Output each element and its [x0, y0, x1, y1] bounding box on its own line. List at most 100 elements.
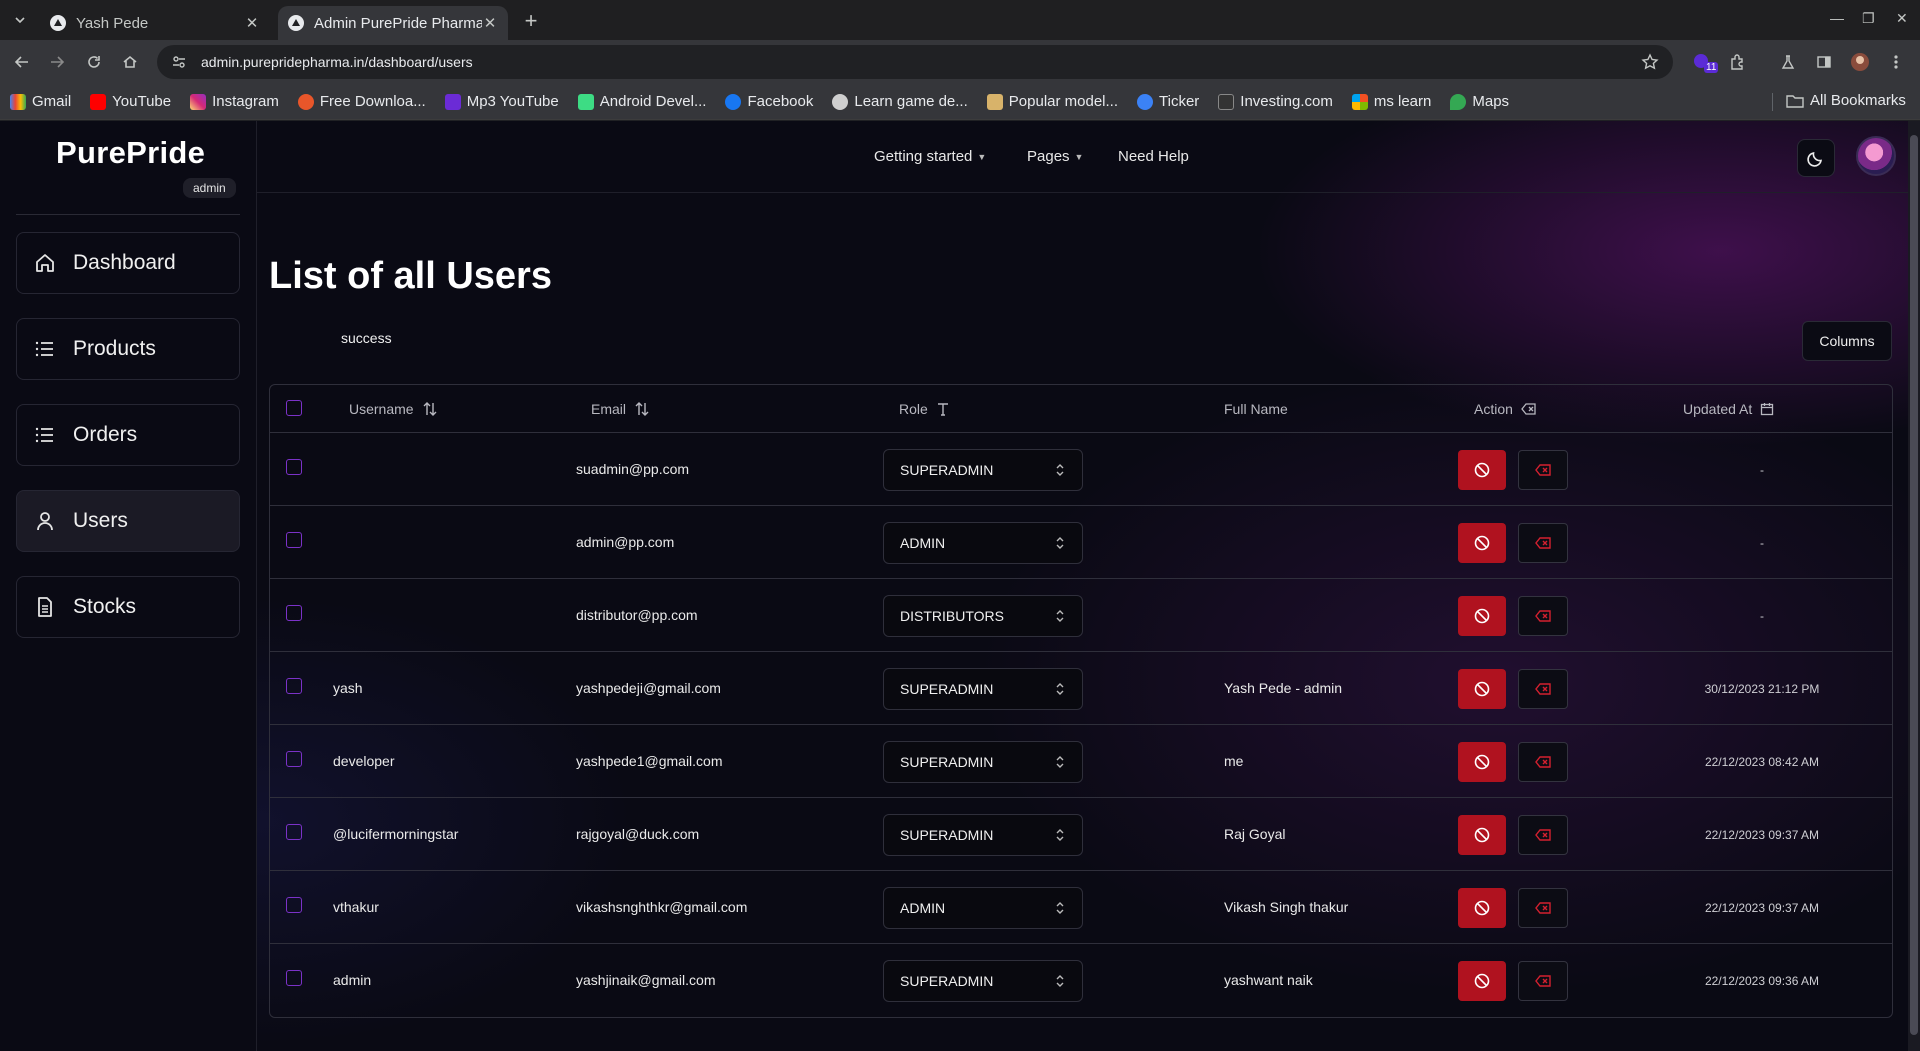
page-scrollbar[interactable]: [1908, 121, 1920, 1051]
row-checkbox[interactable]: [286, 897, 302, 913]
bookmark-ms-learn[interactable]: ms learn: [1351, 93, 1431, 110]
ban-user-button[interactable]: [1458, 815, 1506, 855]
ban-user-button[interactable]: [1458, 523, 1506, 563]
row-checkbox[interactable]: [286, 678, 302, 694]
site-info-icon[interactable]: [169, 52, 189, 72]
pages-menu[interactable]: Pages ▼: [1027, 148, 1083, 165]
all-bookmarks-button[interactable]: All Bookmarks: [1786, 92, 1906, 109]
row-checkbox[interactable]: [286, 824, 302, 840]
menu-kebab-icon[interactable]: [1884, 50, 1908, 74]
browser-tab-active[interactable]: Admin PurePride Pharma ✕: [278, 6, 508, 40]
sidebar-item-products[interactable]: Products: [16, 318, 240, 380]
ban-user-button[interactable]: [1458, 742, 1506, 782]
ban-user-button[interactable]: [1458, 669, 1506, 709]
bookmark-youtube[interactable]: YouTube: [90, 93, 171, 110]
side-panel-icon[interactable]: [1812, 50, 1836, 74]
ban-icon: [1474, 462, 1490, 478]
sidebar-item-orders[interactable]: Orders: [16, 404, 240, 466]
extension-icon[interactable]: 11: [1690, 50, 1719, 74]
tab-search-icon[interactable]: [8, 8, 32, 32]
header-username[interactable]: Username: [349, 401, 438, 417]
header-role[interactable]: Role: [899, 401, 950, 417]
delete-user-button[interactable]: [1518, 815, 1568, 855]
bookmark-mp3-youtube[interactable]: Mp3 YouTube: [444, 93, 559, 110]
bookmark-star-icon[interactable]: [1641, 53, 1659, 71]
back-icon[interactable]: [10, 50, 34, 74]
backspace-icon: [1535, 829, 1551, 841]
role-select[interactable]: SUPERADMIN: [883, 741, 1083, 783]
row-checkbox[interactable]: [286, 459, 302, 475]
ban-user-button[interactable]: [1458, 961, 1506, 1001]
ban-user-button[interactable]: [1458, 596, 1506, 636]
delete-user-button[interactable]: [1518, 888, 1568, 928]
row-checkbox[interactable]: [286, 605, 302, 621]
sidebar-item-stocks[interactable]: Stocks: [16, 576, 240, 638]
role-value: ADMIN: [900, 900, 946, 916]
sidebar-item-dashboard[interactable]: Dashboard: [16, 232, 240, 294]
chevron-up-down-icon: [1056, 829, 1064, 841]
theme-toggle-button[interactable]: [1797, 139, 1835, 177]
header-updated-at[interactable]: Updated At: [1683, 401, 1774, 417]
bookmark-popular-model[interactable]: Popular model...: [986, 93, 1119, 110]
header-label: Full Name: [1224, 401, 1288, 417]
restore-icon[interactable]: ❐: [1862, 10, 1875, 27]
brand-logo[interactable]: PurePride: [56, 135, 205, 171]
delete-user-button[interactable]: [1518, 523, 1568, 563]
ban-user-button[interactable]: [1458, 888, 1506, 928]
close-icon[interactable]: ✕: [244, 15, 260, 32]
close-window-icon[interactable]: ✕: [1896, 10, 1908, 27]
delete-user-button[interactable]: [1518, 450, 1568, 490]
row-checkbox[interactable]: [286, 970, 302, 986]
minimize-icon[interactable]: —: [1830, 10, 1844, 26]
close-icon[interactable]: ✕: [482, 15, 498, 32]
getting-started-menu[interactable]: Getting started ▼: [874, 148, 986, 165]
role-select[interactable]: ADMIN: [883, 522, 1083, 564]
bookmark-ticker[interactable]: Ticker: [1137, 93, 1199, 110]
delete-user-button[interactable]: [1518, 596, 1568, 636]
sidebar-item-users[interactable]: Users: [16, 490, 240, 552]
sidebar-item-label: Orders: [73, 423, 138, 446]
role-badge: admin: [183, 178, 236, 198]
delete-user-button[interactable]: [1518, 961, 1568, 1001]
select-all-checkbox[interactable]: [286, 400, 302, 416]
columns-button[interactable]: Columns: [1802, 321, 1892, 361]
delete-user-button[interactable]: [1518, 742, 1568, 782]
bookmark-gmail[interactable]: Gmail: [10, 93, 71, 110]
new-tab-button[interactable]: +: [519, 8, 543, 33]
row-checkbox[interactable]: [286, 751, 302, 767]
header-label: Action: [1474, 401, 1513, 417]
role-select[interactable]: SUPERADMIN: [883, 449, 1083, 491]
role-select[interactable]: SUPERADMIN: [883, 814, 1083, 856]
bookmark-instagram[interactable]: Instagram: [190, 93, 279, 110]
scrollbar-thumb[interactable]: [1910, 135, 1918, 1035]
delete-user-button[interactable]: [1518, 669, 1568, 709]
bookmark-learn-game[interactable]: Learn game de...: [832, 93, 968, 110]
puzzle-extensions-icon[interactable]: [1726, 50, 1750, 74]
header-email[interactable]: Email: [591, 401, 650, 417]
role-select[interactable]: SUPERADMIN: [883, 960, 1083, 1002]
role-select[interactable]: SUPERADMIN: [883, 668, 1083, 710]
row-checkbox[interactable]: [286, 532, 302, 548]
ban-user-button[interactable]: [1458, 450, 1506, 490]
sidebar-divider: [16, 214, 240, 215]
bookmark-android[interactable]: Android Devel...: [577, 93, 706, 110]
bookmark-maps[interactable]: Maps: [1450, 93, 1509, 110]
bookmark-facebook[interactable]: Facebook: [725, 93, 813, 110]
bookmark-label: Popular model...: [1008, 93, 1119, 110]
reload-icon[interactable]: [82, 50, 106, 74]
profile-icon[interactable]: [1848, 50, 1872, 74]
browser-tab[interactable]: Yash Pede ✕: [40, 6, 270, 40]
bookmark-investing[interactable]: Investing.com: [1218, 93, 1333, 110]
forward-icon[interactable]: [45, 50, 69, 74]
bookmark-free-download[interactable]: Free Downloa...: [297, 93, 426, 110]
address-bar[interactable]: admin.purepridepharma.in/dashboard/users: [157, 45, 1673, 79]
flask-icon[interactable]: [1776, 50, 1800, 74]
role-select[interactable]: ADMIN: [883, 887, 1083, 929]
header-label: Role: [899, 401, 928, 417]
home-icon[interactable]: [118, 50, 142, 74]
header-action: Action: [1474, 401, 1537, 417]
role-select[interactable]: DISTRIBUTORS: [883, 595, 1083, 637]
avatar[interactable]: [1856, 136, 1896, 176]
need-help-link[interactable]: Need Help: [1118, 148, 1189, 165]
android-icon: [577, 93, 594, 110]
